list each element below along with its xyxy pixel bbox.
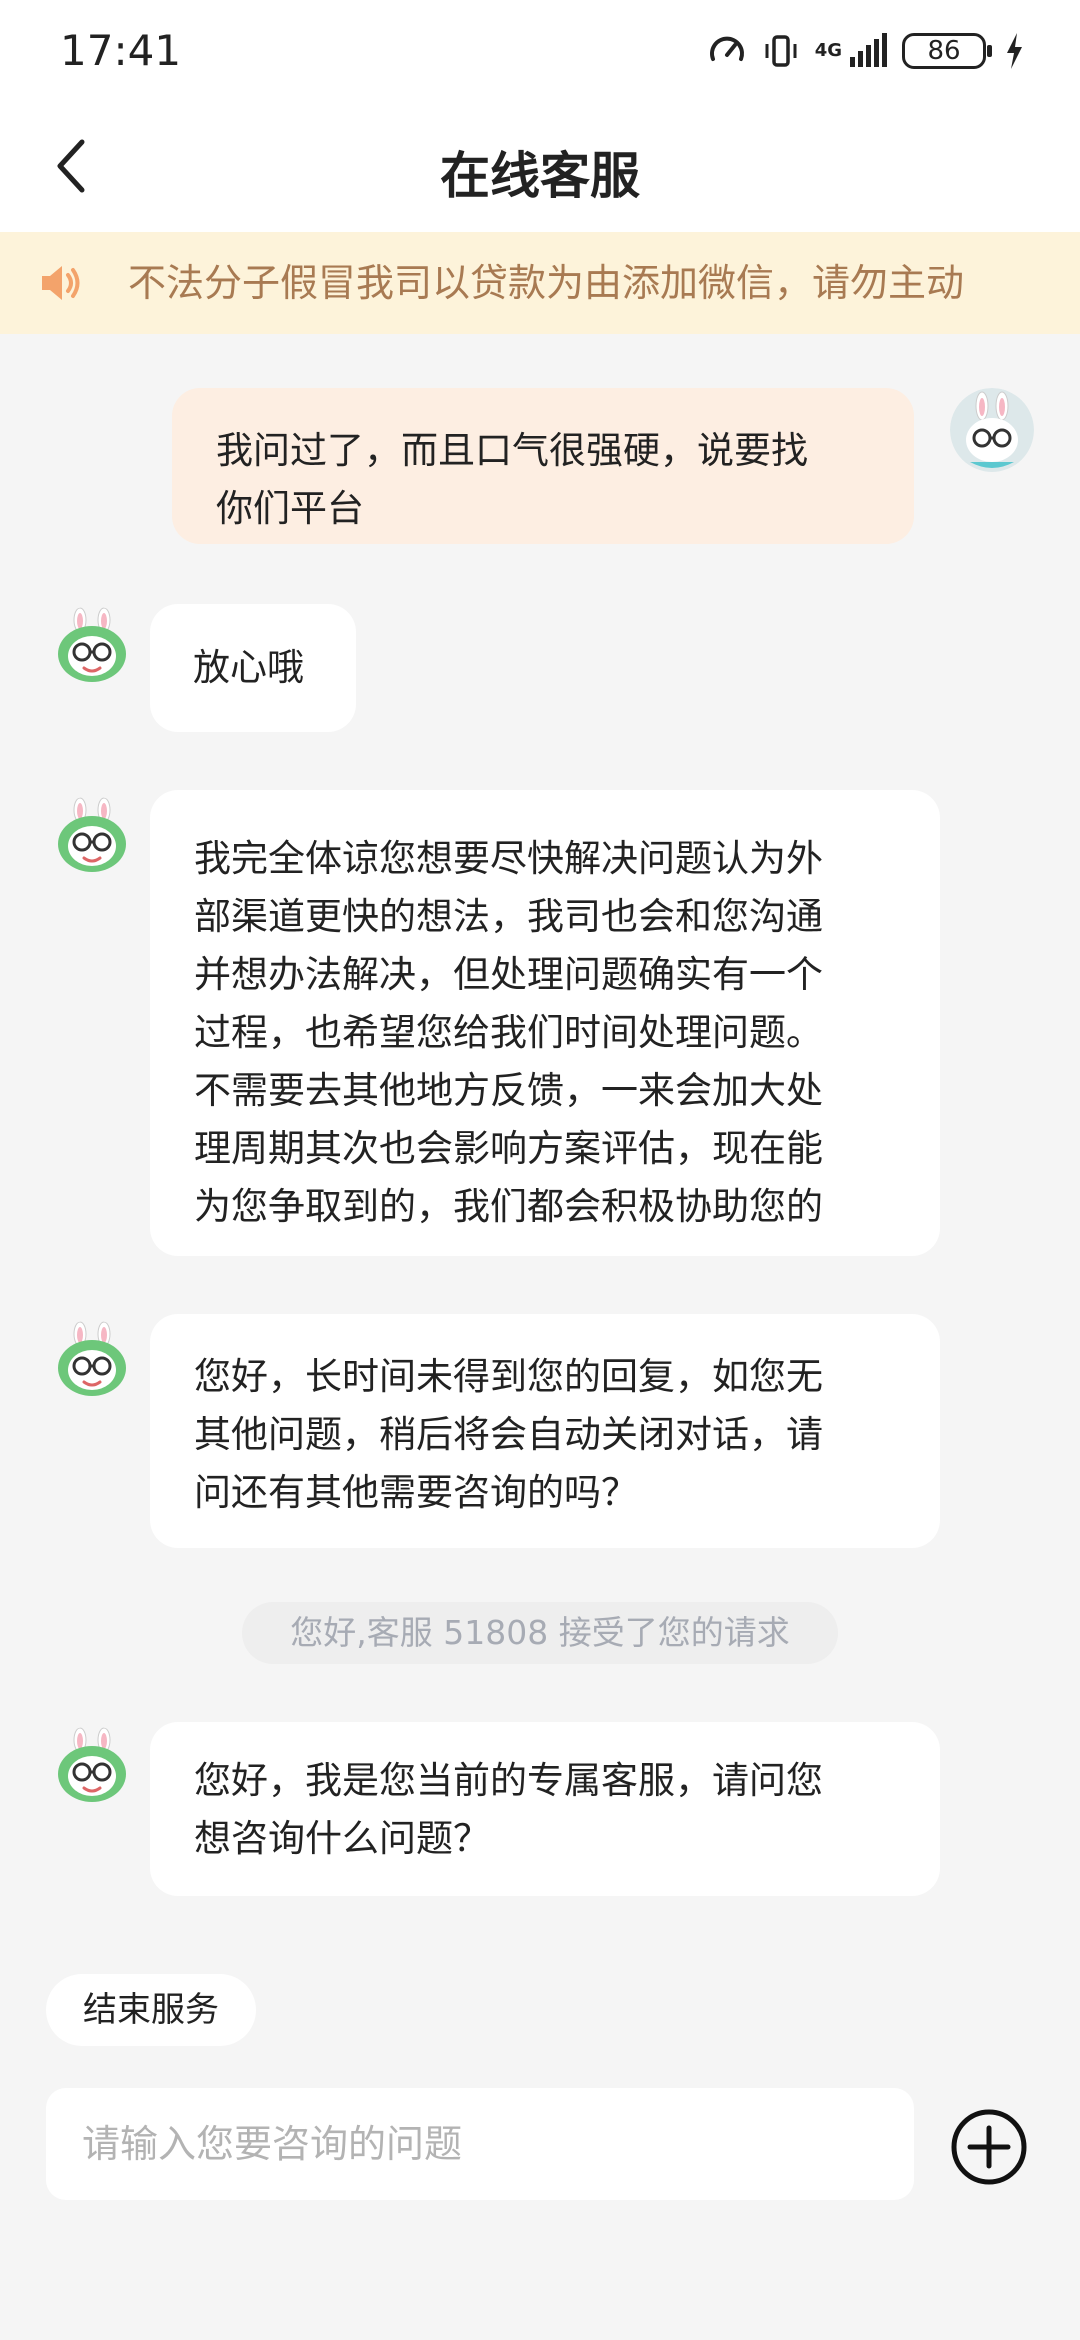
battery-level: 86 [927, 36, 961, 66]
header: 在线客服 [0, 100, 1080, 232]
battery-icon: 86 [902, 33, 992, 69]
agent-avatar[interactable] [50, 796, 134, 880]
charging-icon [1007, 33, 1022, 69]
page-title: 在线客服 [440, 147, 640, 205]
network-4g-icon: 4G [814, 40, 842, 61]
agent-avatar[interactable] [50, 1726, 134, 1810]
agent-avatar[interactable] [50, 606, 134, 690]
system-message: 您好,客服 51808 接受了您的请求 [242, 1602, 838, 1664]
message-input-container [46, 2088, 914, 2200]
plus-circle-icon[interactable] [950, 2108, 1028, 2186]
signal-icon [850, 33, 887, 67]
message-text: 我问过了，而且口气很强硬，说要找 你们平台 [216, 429, 808, 530]
notice-marquee: 不法分子假冒我司以贷款为由添加微信，请勿主动 [128, 232, 1018, 334]
agent-avatar[interactable] [50, 1320, 134, 1404]
status-time: 17:41 [60, 26, 182, 75]
message-user: 我问过了，而且口气很强硬，说要找 你们平台 [172, 388, 914, 544]
message-input[interactable] [46, 2088, 914, 2200]
speed-icon [709, 36, 744, 61]
message-agent: 放心哦 [150, 604, 356, 732]
notice-banner[interactable]: 不法分子假冒我司以贷款为由添加微信，请勿主动 [0, 232, 1080, 334]
status-bar: 17:41 4G 86 [0, 0, 1080, 100]
message-text: 放心哦 [193, 646, 304, 689]
message-text: 您好，长时间未得到您的回复，如您无 其他问题，稍后将会自动关闭对话，请 问还有其… [194, 1355, 823, 1514]
status-icons: 4G 86 [707, 26, 1024, 76]
vibrate-icon [765, 35, 797, 67]
user-avatar[interactable] [950, 388, 1034, 472]
message-agent: 您好，长时间未得到您的回复，如您无 其他问题，稍后将会自动关闭对话，请 问还有其… [150, 1314, 940, 1548]
message-text: 您好，我是您当前的专属客服，请问您 想咨询什么问题？ [194, 1759, 823, 1860]
notice-text: 不法分子假冒我司以贷款为由添加微信，请勿主动 [128, 261, 965, 305]
message-text: 我完全体谅您想要尽快解决问题认为外 部渠道更快的想法，我司也会和您沟通 并想办法… [194, 837, 823, 1228]
message-agent: 我完全体谅您想要尽快解决问题认为外 部渠道更快的想法，我司也会和您沟通 并想办法… [150, 790, 940, 1256]
end-service-button[interactable]: 结束服务 [46, 1974, 256, 2046]
speaker-icon [42, 266, 80, 300]
message-agent: 您好，我是您当前的专属客服，请问您 想咨询什么问题？ [150, 1722, 940, 1896]
